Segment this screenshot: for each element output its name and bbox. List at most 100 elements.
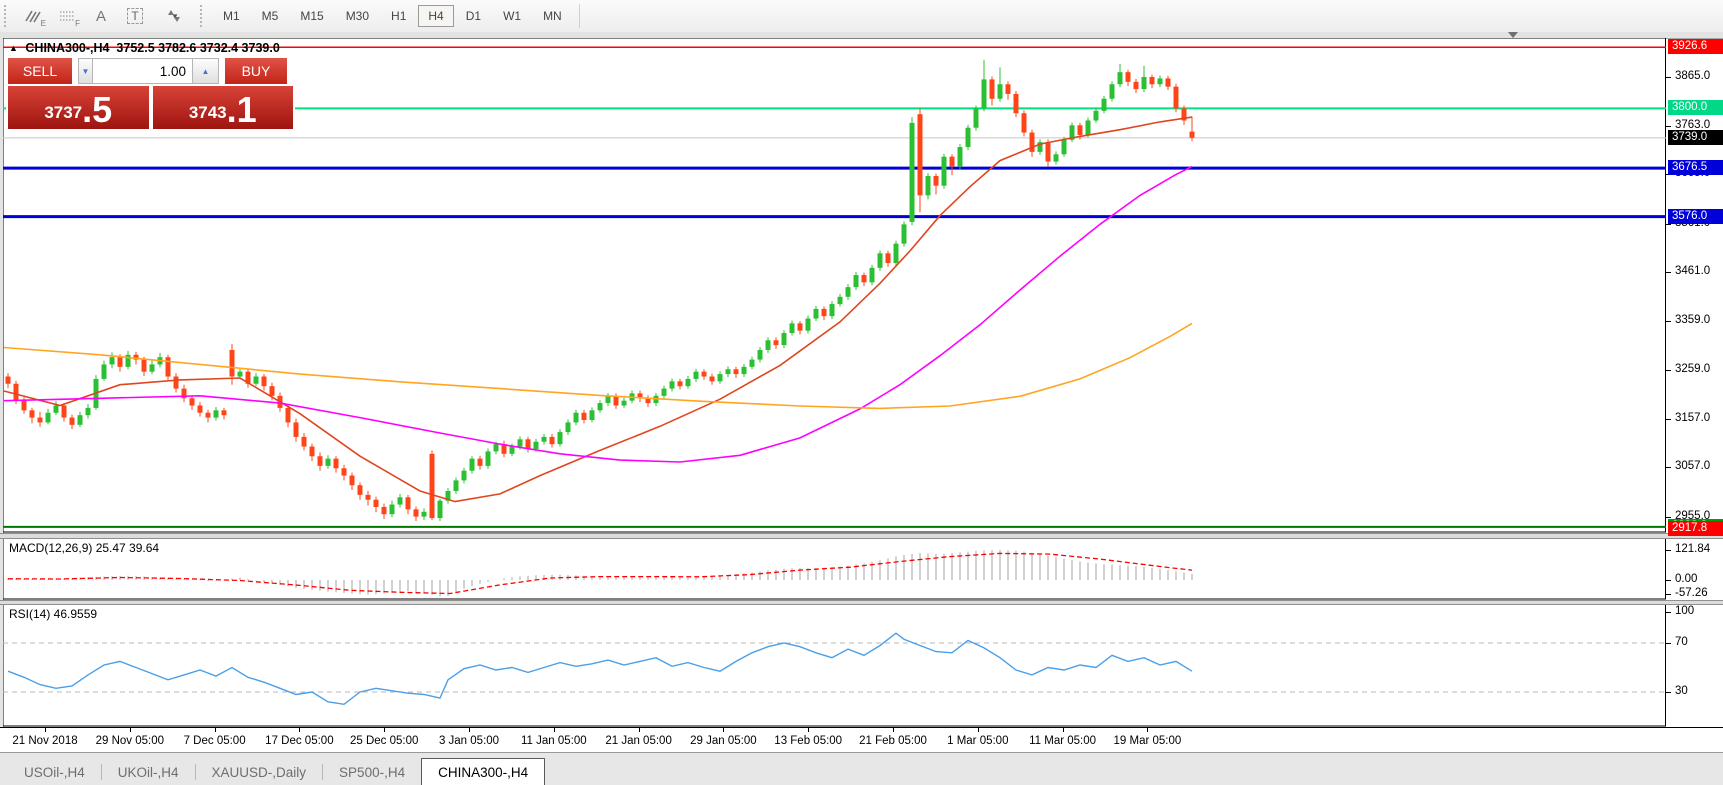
candles-glyph: [24, 8, 42, 24]
candle-bull: [486, 451, 491, 465]
macd-tick-121.84-dash: [1666, 550, 1671, 551]
timeframe-button-H4[interactable]: H4: [418, 5, 453, 27]
rsi-pane[interactable]: [3, 604, 1666, 727]
candle-bull: [574, 413, 579, 423]
candle-bull: [254, 377, 259, 384]
candle-bear: [1078, 125, 1083, 135]
candle-bull: [974, 108, 979, 127]
timeframe-button-W1[interactable]: W1: [493, 5, 531, 27]
macd-label: MACD(12,26,9) 25.47 39.64: [9, 541, 159, 555]
time-label: 13 Feb 05:00: [774, 735, 842, 747]
candle-bear: [382, 507, 387, 514]
tab-china300h4[interactable]: CHINA300-,H4: [421, 758, 545, 785]
macd-pane[interactable]: [3, 538, 1666, 600]
candle-bear: [1134, 82, 1139, 89]
time-label: 21 Feb 05:00: [859, 735, 927, 747]
candle-bull: [54, 406, 59, 413]
timeframe-button-M5[interactable]: M5: [252, 5, 289, 27]
candle-bear: [342, 468, 347, 475]
volume-input[interactable]: [93, 58, 193, 84]
price-tick-3865.0: 3865.0: [1675, 70, 1710, 82]
candle-bear: [14, 384, 19, 401]
candle-bull: [1142, 77, 1147, 89]
candle-bull: [814, 309, 819, 319]
candle-bull: [110, 357, 115, 364]
candle-bear: [990, 79, 995, 98]
candle-bear: [950, 157, 955, 167]
timeframe-button-M15[interactable]: M15: [290, 5, 333, 27]
volume-decrease-button[interactable]: ▼: [78, 58, 93, 84]
macd-tick-121.84: 121.84: [1675, 543, 1710, 555]
timeframe-button-H1[interactable]: H1: [381, 5, 416, 27]
price-tick-2955.0-dash: [1666, 517, 1671, 518]
candle-bull: [558, 432, 563, 444]
candle-bull: [686, 379, 691, 386]
candle-bull: [462, 471, 467, 481]
tab-xauusddaily[interactable]: XAUUSD-,Daily: [196, 760, 323, 785]
price-tick-3157.0-dash: [1666, 419, 1671, 420]
chart-title-symbol: CHINA300-,H4: [25, 41, 109, 55]
candle-bull: [78, 415, 83, 425]
arrows-glyph: [167, 9, 181, 23]
timeframe-button-M30[interactable]: M30: [336, 5, 379, 27]
candle-bear: [62, 406, 67, 418]
candle-bear: [30, 410, 35, 417]
price-tick-3057.0: 3057.0: [1675, 460, 1710, 472]
text-label-icon[interactable]: T: [118, 3, 152, 29]
timeframe-button-D1[interactable]: D1: [456, 5, 491, 27]
time-label: 29 Nov 05:00: [96, 735, 164, 747]
toolbar-drag-handle-2[interactable]: [200, 5, 206, 27]
trading-platform-window: E F A T ▼ M1M5M15M30H1H4D1W1MN: [0, 0, 1723, 785]
candle-bear: [70, 418, 75, 425]
buy-price-big: .1: [227, 93, 257, 126]
volume-increase-button[interactable]: ▲: [193, 58, 219, 84]
tab-sp500h4[interactable]: SP500-,H4: [323, 760, 421, 785]
candle-bull: [910, 123, 915, 222]
sell-button[interactable]: SELL: [8, 58, 72, 84]
candle-bull: [598, 403, 603, 410]
candle-bull: [438, 501, 443, 518]
candle-bull: [422, 512, 427, 517]
buy-price-box[interactable]: 3743 .1: [153, 86, 294, 129]
candle-bear: [230, 350, 235, 377]
cursor-mode-icon[interactable]: ▼: [152, 3, 196, 29]
indicators-pattern-icon[interactable]: E: [16, 3, 50, 29]
candle-bear: [286, 408, 291, 422]
time-axis[interactable]: 21 Nov 201829 Nov 05:007 Dec 05:0017 Dec…: [0, 727, 1723, 753]
candle-bear: [1014, 94, 1019, 113]
candle-bull: [590, 410, 595, 420]
splitter-main-macd[interactable]: [0, 533, 1723, 539]
rsi-tick-70: 70: [1675, 636, 1688, 648]
timeframe-button-M1[interactable]: M1: [213, 5, 250, 27]
buy-button[interactable]: BUY: [225, 58, 287, 84]
toolbar-drag-handle[interactable]: [4, 5, 10, 27]
candle-bear: [38, 418, 43, 423]
splitter-macd-rsi[interactable]: [0, 600, 1723, 605]
candle-bear: [222, 410, 227, 415]
candle-bull: [518, 439, 523, 446]
rsi-tick-30-dash: [1666, 692, 1671, 693]
tab-ukoilh4[interactable]: UKOil-,H4: [102, 760, 195, 785]
font-a-icon[interactable]: A: [84, 3, 118, 29]
grid-f-icon[interactable]: F: [50, 3, 84, 29]
macd-tick-0.00: 0.00: [1675, 573, 1697, 585]
candle-bear: [6, 377, 11, 384]
candle-bull: [902, 224, 907, 243]
candle-bear: [198, 406, 203, 413]
sell-price-box[interactable]: 3737 .5: [8, 86, 149, 129]
candle-bull: [454, 480, 459, 491]
candle-bull: [1118, 72, 1123, 84]
candle-bear: [318, 456, 323, 466]
time-tick: [469, 728, 470, 732]
price-badge-3926.6: 3926.6: [1668, 39, 1723, 54]
candle-bull: [942, 157, 947, 186]
candle-bear: [302, 437, 307, 447]
candle-bull: [1102, 99, 1107, 111]
candle-bear: [862, 275, 867, 282]
candle-bear: [934, 176, 939, 186]
chart-title-ohlc: 3752.5 3782.6 3732.4 3739.0: [116, 41, 279, 55]
grid-glyph: [59, 9, 76, 24]
tab-usoilh4[interactable]: USOil-,H4: [8, 760, 101, 785]
timeframe-button-MN[interactable]: MN: [533, 5, 572, 27]
price-tick-3259.0: 3259.0: [1675, 363, 1710, 375]
